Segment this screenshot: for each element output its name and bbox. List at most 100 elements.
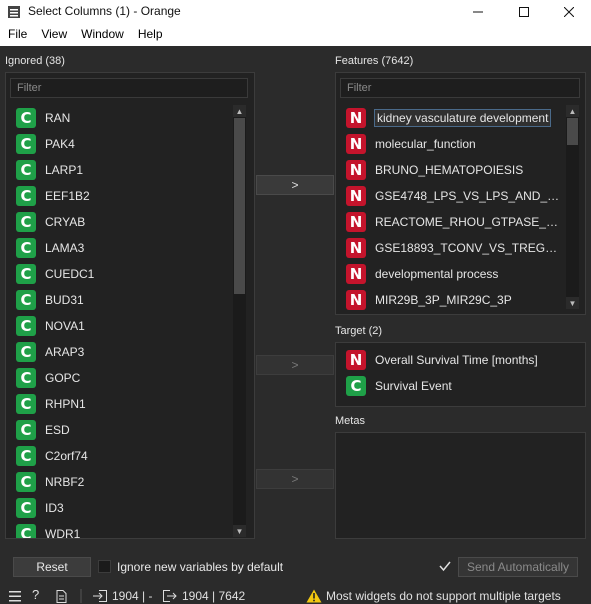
reset-button[interactable]: Reset (13, 557, 91, 577)
scroll-up-icon[interactable]: ▲ (233, 105, 246, 117)
variable-name: WDR1 (45, 527, 81, 538)
menu-window[interactable]: Window (73, 24, 130, 46)
list-item[interactable]: C LARP1 (13, 157, 231, 183)
scroll-up-icon[interactable]: ▲ (566, 105, 579, 117)
categorical-variable-icon: C (16, 394, 36, 414)
send-automatically-button[interactable]: Send Automatically (458, 557, 578, 577)
list-item[interactable]: C RAN (13, 105, 231, 131)
features-list[interactable]: Nkidney vasculature development Nmolecula… (343, 105, 563, 310)
move-to-metas-button[interactable]: > (256, 469, 334, 489)
numeric-variable-icon: N (346, 212, 366, 232)
report-document-icon[interactable] (56, 590, 67, 603)
menu-view[interactable]: View (33, 24, 73, 46)
warning-icon (306, 589, 322, 603)
list-item[interactable]: C CRYAB (13, 209, 231, 235)
list-item[interactable]: C BUD31 (13, 287, 231, 313)
ignored-filter-input[interactable]: Filter (10, 78, 248, 98)
list-item[interactable]: N GSE4748_LPS_VS_LPS_AND_CYA... (343, 183, 563, 209)
variable-name: LARP1 (45, 163, 84, 177)
categorical-variable-icon: C (16, 212, 36, 232)
numeric-variable-icon: N (346, 264, 366, 284)
list-item[interactable]: C ID3 (13, 495, 231, 521)
close-button[interactable] (547, 0, 591, 24)
list-item[interactable]: Ndevelopmental process (343, 261, 563, 287)
list-item[interactable]: N REACTOME_RHOU_GTPASE_CYCLE (343, 209, 563, 235)
minimize-icon (473, 11, 483, 13)
list-item[interactable]: C GOPC (13, 365, 231, 391)
input-summary[interactable]: 1904 | - (112, 589, 152, 603)
variable-name: REACTOME_RHOU_GTPASE_CYCLE (375, 215, 563, 229)
categorical-variable-icon: C (16, 446, 36, 466)
list-item[interactable]: Nkidney vasculature development (343, 105, 563, 131)
list-item[interactable]: Nmolecular_function (343, 131, 563, 157)
variable-name: MIR29B_3P_MIR29C_3P (375, 293, 512, 307)
menu-bar: File View Window Help (0, 24, 591, 46)
orange-app-icon (8, 6, 20, 18)
ignored-list[interactable]: C RAN C PAK4 C LARP1 C EEF1B2 C CRYAB C LAMA3 C CUEDC… (13, 105, 231, 538)
list-item[interactable]: C ARAP3 (13, 339, 231, 365)
variable-name: GSE18893_TCONV_VS_TREG_24H... (375, 241, 563, 255)
numeric-variable-icon: N (346, 238, 366, 258)
numeric-variable-icon: N (346, 108, 366, 128)
output-icon (163, 590, 177, 602)
categorical-variable-icon: C (16, 316, 36, 336)
minimize-button[interactable] (455, 0, 501, 24)
checkmark-icon (439, 561, 451, 572)
variable-name: Overall Survival Time [months] (375, 353, 538, 367)
metas-label: Metas (335, 415, 365, 427)
list-item[interactable]: C C2orf74 (13, 443, 231, 469)
warning-message: Most widgets do not support multiple tar… (326, 589, 561, 603)
features-scrollbar[interactable]: ▲ ▼ (566, 105, 579, 309)
numeric-variable-icon: N (346, 350, 366, 370)
variable-name: NRBF2 (45, 475, 85, 489)
separator (80, 589, 82, 603)
output-summary[interactable]: 1904 | 7642 (182, 589, 245, 603)
ignore-new-label: Ignore new variables by default (117, 560, 284, 574)
target-list[interactable]: N Overall Survival Time [months] C Survival… (343, 347, 579, 402)
categorical-variable-icon: C (16, 108, 36, 128)
send-auto-checkbox[interactable] (438, 559, 452, 573)
status-bar: ? 1904 | - 1904 | 7642 Most widgets do n… (0, 587, 591, 604)
move-to-target-button[interactable]: > (256, 355, 334, 375)
list-item[interactable]: N MIR29B_3P_MIR29C_3P (343, 287, 563, 310)
metas-list[interactable] (343, 437, 579, 534)
list-item[interactable]: C PAK4 (13, 131, 231, 157)
maximize-button[interactable] (501, 0, 547, 24)
list-item[interactable]: C Survival Event (343, 373, 579, 399)
variable-name: EEF1B2 (45, 189, 90, 203)
scroll-thumb[interactable] (234, 118, 245, 294)
variable-name: kidney vasculature development (373, 109, 552, 127)
hamburger-menu-icon[interactable] (9, 591, 21, 602)
scroll-down-icon[interactable]: ▼ (233, 525, 246, 537)
variable-name: ID3 (45, 501, 64, 515)
list-item[interactable]: N GSE18893_TCONV_VS_TREG_24H... (343, 235, 563, 261)
list-item[interactable]: C EEF1B2 (13, 183, 231, 209)
close-icon (564, 7, 574, 17)
ignore-new-checkbox[interactable] (98, 560, 111, 573)
ignored-scrollbar[interactable]: ▲ ▼ (233, 105, 246, 537)
categorical-variable-icon: C (16, 524, 36, 538)
menu-help[interactable]: Help (130, 24, 169, 46)
help-icon[interactable]: ? (32, 587, 39, 602)
variable-name: molecular_function (375, 137, 476, 151)
scroll-thumb[interactable] (567, 118, 578, 145)
list-item[interactable]: C RHPN1 (13, 391, 231, 417)
categorical-variable-icon: C (16, 290, 36, 310)
features-filter-input[interactable]: Filter (340, 78, 580, 98)
list-item[interactable]: C CUEDC1 (13, 261, 231, 287)
categorical-variable-icon: C (16, 160, 36, 180)
list-item[interactable]: C NRBF2 (13, 469, 231, 495)
list-item[interactable]: C ESD (13, 417, 231, 443)
list-item[interactable]: C NOVA1 (13, 313, 231, 339)
list-item[interactable]: N BRUNO_HEMATOPOIESIS (343, 157, 563, 183)
variable-name: GOPC (45, 371, 81, 385)
scroll-down-icon[interactable]: ▼ (566, 297, 579, 309)
categorical-variable-icon: C (346, 376, 366, 396)
window-title: Select Columns (1) - Orange (28, 4, 181, 18)
list-item[interactable]: C WDR1 (13, 521, 231, 538)
list-item[interactable]: N Overall Survival Time [months] (343, 347, 579, 373)
list-item[interactable]: C LAMA3 (13, 235, 231, 261)
menu-file[interactable]: File (0, 24, 33, 46)
move-to-features-button[interactable]: > (256, 175, 334, 195)
variable-name: ESD (45, 423, 70, 437)
